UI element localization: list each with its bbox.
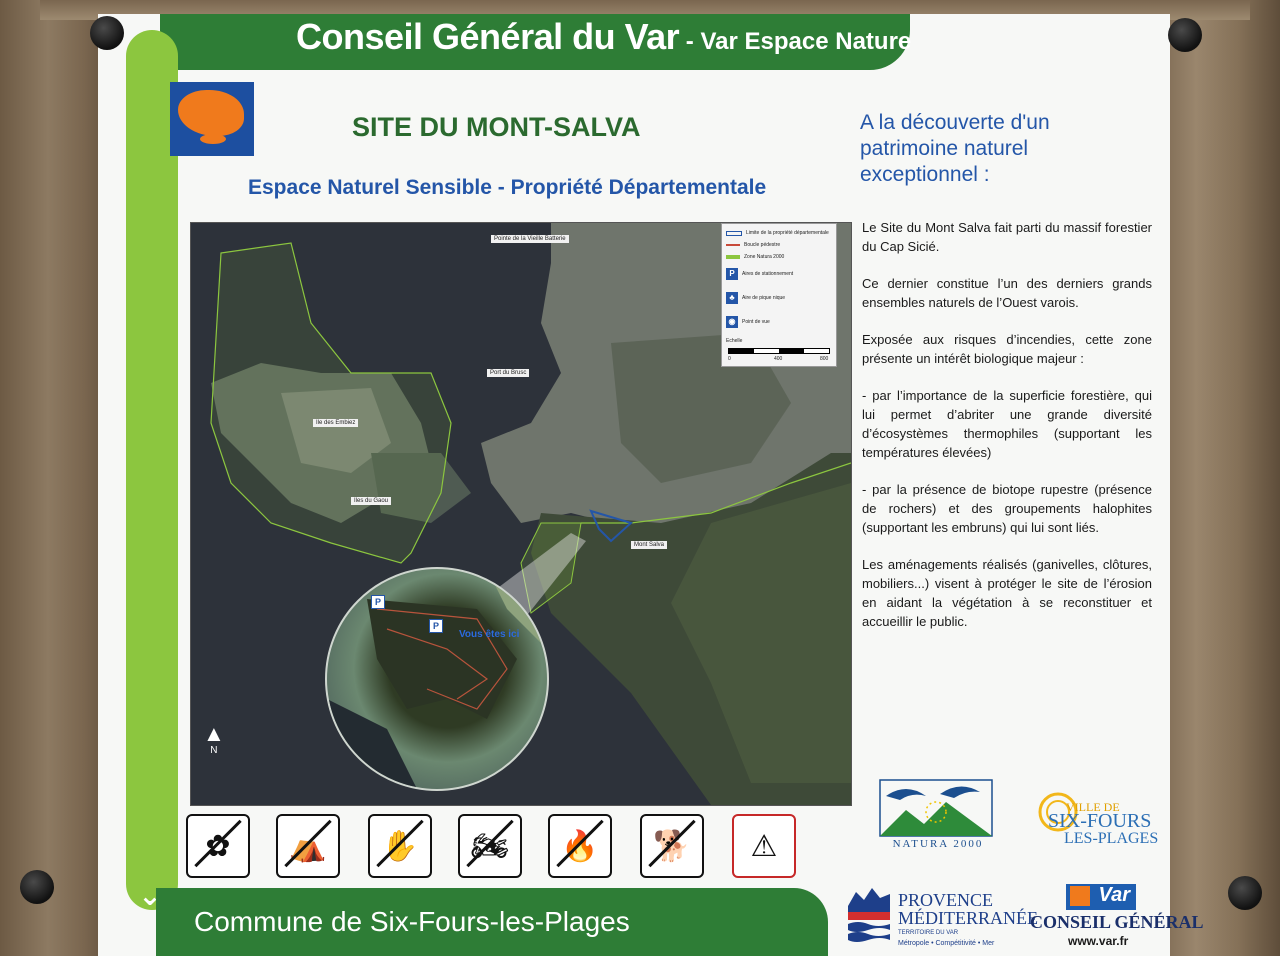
legend-item: Limite de la propriété départementale	[726, 230, 829, 236]
var-badge-orange-icon	[1070, 886, 1090, 906]
paragraph: Ce dernier constitue l’un des derniers g…	[862, 276, 1152, 310]
parking-icon: P	[726, 268, 738, 280]
provence-mediterranee-logo-icon	[848, 888, 890, 942]
green-stripe	[126, 30, 178, 910]
bolt-icon	[90, 16, 124, 50]
paragraph: - par l’importance de la superficie fore…	[862, 388, 1152, 460]
scale-400: 400	[774, 356, 782, 362]
legend-item: P Aires de stationnement	[726, 268, 793, 280]
inset-terrain	[327, 569, 547, 789]
scale-tick: 0	[728, 356, 731, 362]
sixfours-line3: LES-PLAGES	[1064, 830, 1159, 847]
description-text: Le Site du Mont Salva fait parti du mass…	[862, 218, 1152, 649]
legend-label: Zone Natura 2000	[744, 254, 785, 260]
legend-swatch	[726, 230, 742, 236]
parking-icon: P	[371, 595, 385, 609]
map-label-mont-salva: Mont Salva	[631, 541, 668, 549]
map-label-pointe: Pointe de la Vieille Batterie	[491, 235, 569, 243]
legend-item: Boucle pédestre	[726, 242, 780, 248]
legend-swatch	[726, 244, 740, 246]
provence-line2: MÉDITERRANÉE	[898, 908, 1038, 928]
danger-cliff-icon: ⚠	[732, 814, 796, 878]
no-fire-icon: 🔥	[548, 814, 612, 878]
map-label-ile-embiez: Ile des Embiez	[313, 419, 359, 427]
header-title: Conseil Général du Var - Var Espace Natu…	[296, 16, 936, 66]
picnic-icon: ♣	[726, 292, 738, 304]
provence-line4: Métropole • Compétitivité • Mer	[898, 940, 995, 947]
header-sub: - Var Espace Nature	[679, 28, 912, 55]
legend-item: Zone Natura 2000	[726, 254, 784, 260]
right-heading: A la découverte d'un patrimoine naturel …	[860, 111, 1050, 186]
viewpoint-icon: ◉	[726, 316, 738, 328]
no-camping-icon: ⛺	[276, 814, 340, 878]
legend-label: Boucle pédestre	[744, 242, 781, 248]
commune-name: Commune de Six-Fours-les-Plages	[194, 906, 630, 937]
legend-label: Point de vue	[742, 319, 770, 325]
north-arrow-icon: ▲ N	[203, 721, 225, 757]
header-main: Conseil Général du Var	[296, 16, 680, 57]
legend-label: Aires de stationnement	[742, 271, 794, 277]
scale-tick: 400	[774, 356, 783, 362]
parking-icon: P	[429, 619, 443, 633]
var-department-logo-icon	[170, 82, 254, 156]
site-subtitle: Espace Naturel Sensible - Propriété Dépa…	[248, 176, 767, 199]
legend-item: ♣ Aire de pique nique	[726, 292, 785, 304]
north-arrow-glyph: ▲	[203, 721, 225, 746]
bolt-icon	[20, 870, 54, 904]
no-littering-icon: ✋	[368, 814, 432, 878]
legend-scale-title: Echelle	[726, 338, 742, 344]
map-legend: Limite de la propriété départementale Bo…	[721, 223, 837, 367]
north-label: N	[210, 745, 218, 756]
provence-line3: TERRITOIRE DU VAR	[898, 930, 959, 936]
scale-0: 0	[728, 356, 731, 362]
legend-label: Aire de pique nique	[742, 295, 786, 301]
legend-label: Echelle	[726, 338, 743, 344]
legend-swatch	[726, 255, 740, 259]
no-dogs-icon: 🐕	[640, 814, 704, 878]
natura-label: NATURA 2000	[892, 838, 984, 850]
inset-zoom-map: P P Vous êtes ici	[325, 567, 549, 791]
paragraph: - par la présence de biotope rupestre (p…	[862, 482, 1152, 535]
scale-800: 800	[820, 356, 828, 362]
map-label-ile-gaou: Iles du Gaou	[351, 497, 392, 505]
legend-item: ◉ Point de vue	[726, 316, 770, 328]
paragraph: Le Site du Mont Salva fait parti du mass…	[862, 220, 1152, 254]
no-picking-flowers-icon: ✿	[186, 814, 250, 878]
paragraph: Exposée aux risques d’incendies, cette z…	[862, 332, 1152, 366]
no-motorbikes-icon: 🏍	[458, 814, 522, 878]
paragraph: Les aménagements réalisés (ganivelles, c…	[862, 557, 1152, 629]
var-website-url: www.var.fr	[1068, 934, 1129, 948]
you-are-here-label: Vous êtes ici	[459, 629, 520, 640]
map-label-port: Port du Brusc	[487, 369, 530, 377]
bolt-icon	[1168, 18, 1202, 52]
site-map: Pointe de la Vieille Batterie Port du Br…	[190, 222, 852, 806]
conseil-general-label: CONSEIL GÉNÉRAL	[1030, 912, 1204, 932]
site-title: SITE DU MONT-SALVA	[352, 112, 641, 142]
bolt-icon	[1228, 876, 1262, 910]
legend-label: Limite de la propriété départementale	[746, 230, 829, 236]
scale-bar	[728, 348, 830, 354]
scale-tick: 800	[820, 356, 829, 362]
